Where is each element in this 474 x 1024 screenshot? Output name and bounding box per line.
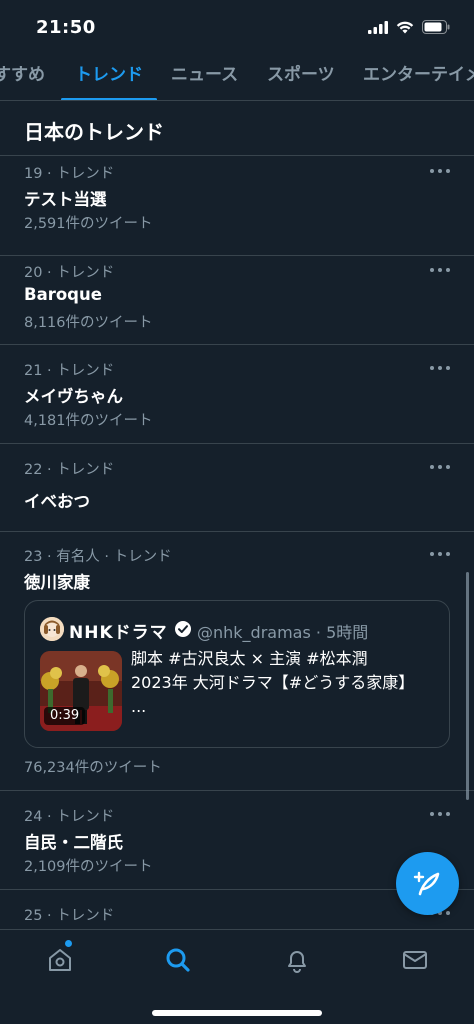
trend-meta: 25 · トレンド <box>24 908 115 924</box>
status-bar: 21:50 <box>0 0 474 58</box>
trend-item[interactable]: 21 · トレンド メイヴちゃん 4,181件のツイート <box>0 345 474 444</box>
bottom-navigation <box>0 929 474 1024</box>
tab-news[interactable]: ニュース <box>171 58 238 100</box>
trend-item[interactable]: 22 · トレンド イベおつ <box>0 444 474 532</box>
nav-home[interactable] <box>45 945 75 975</box>
trend-meta: 22 · トレンド <box>24 462 115 478</box>
home-indicator[interactable] <box>152 1010 322 1016</box>
nav-messages[interactable] <box>400 945 430 975</box>
tweet-text: 脚本 #古沢良太 × 主演 #松本潤 2023年 大河ドラマ【#どうする家康】 … <box>131 647 443 719</box>
trend-name: メイヴちゃん <box>24 387 123 406</box>
video-duration: 0:39 <box>44 707 86 725</box>
compose-tweet-button[interactable] <box>396 852 459 915</box>
tab-recommended[interactable]: すすめ <box>0 58 45 100</box>
tweet-author-name[interactable]: NHKドラマ <box>69 618 168 643</box>
trend-name: 徳川家康 <box>24 573 90 592</box>
trend-meta: 24 · トレンド <box>24 809 115 825</box>
status-time: 21:50 <box>36 17 96 38</box>
nav-notifications[interactable] <box>282 945 312 975</box>
embedded-tweet-card[interactable]: NHKドラマ @nhk_dramas · 5時間 0:39 脚本 #古沢良太 ×… <box>24 600 450 748</box>
trend-name: イベおつ <box>24 492 90 511</box>
tab-entertainment[interactable]: エンターテイメ <box>363 58 474 100</box>
more-options-icon[interactable] <box>430 363 450 373</box>
nav-search[interactable] <box>163 945 193 975</box>
trend-name: 自民・二階氏 <box>24 833 123 852</box>
video-thumbnail[interactable]: 0:39 <box>40 651 122 731</box>
more-options-icon[interactable] <box>430 462 450 472</box>
signal-icon <box>368 20 388 34</box>
trend-meta: 19 · トレンド <box>24 166 115 182</box>
tab-trending[interactable]: トレンド <box>75 58 143 100</box>
verified-badge-icon <box>175 621 191 637</box>
tweet-text-line: 2023年 大河ドラマ【#どうする家康】 <box>131 673 415 692</box>
search-icon <box>166 948 190 972</box>
tweet-handle-time: @nhk_dramas · 5時間 <box>197 623 369 642</box>
explore-tabs: すすめ トレンド ニュース スポーツ エンターテイメ <box>0 58 474 101</box>
battery-icon <box>422 20 450 34</box>
trend-tweet-count: 8,116件のツイート <box>24 315 153 331</box>
more-options-icon[interactable] <box>430 166 450 176</box>
mail-icon <box>403 951 427 969</box>
wifi-icon <box>396 21 414 33</box>
trend-item[interactable]: 19 · トレンド テスト当選 2,591件のツイート <box>0 156 474 256</box>
more-options-icon[interactable] <box>430 809 450 819</box>
notification-dot <box>65 940 72 947</box>
trend-meta: 20 · トレンド <box>24 265 115 281</box>
trend-name: テスト当選 <box>24 190 107 209</box>
scrollbar[interactable] <box>466 572 469 800</box>
compose-icon <box>413 871 439 895</box>
trend-tweet-count: 2,591件のツイート <box>24 216 153 232</box>
more-options-icon[interactable] <box>430 549 450 559</box>
trend-meta: 23 · 有名人 · トレンド <box>24 549 172 565</box>
tweet-text-line: 脚本 #古沢良太 × 主演 #松本潤 <box>131 649 368 668</box>
tweet-text-line: ... <box>131 697 147 716</box>
status-icons <box>368 20 450 34</box>
home-icon <box>49 949 71 971</box>
trend-tweet-count: 2,109件のツイート <box>24 859 153 875</box>
more-options-icon[interactable] <box>430 265 450 275</box>
trend-tweet-count: 76,234件のツイート <box>24 760 162 776</box>
trend-tweet-count: 4,181件のツイート <box>24 413 153 429</box>
bell-icon <box>288 951 306 973</box>
tab-sports[interactable]: スポーツ <box>267 58 335 100</box>
trend-name: Baroque <box>24 285 102 304</box>
avatar[interactable] <box>40 617 64 641</box>
section-header: 日本のトレンド <box>0 101 474 156</box>
trend-meta: 21 · トレンド <box>24 363 115 379</box>
section-title: 日本のトレンド <box>24 120 164 144</box>
trend-item[interactable]: 20 · トレンド Baroque 8,116件のツイート <box>0 256 474 345</box>
